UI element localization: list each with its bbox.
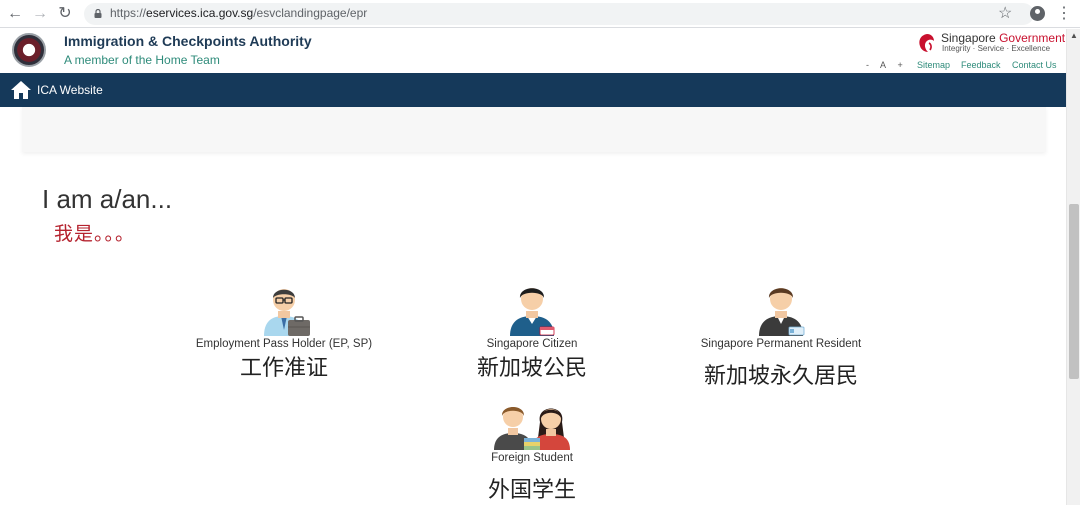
star-icon[interactable]: ☆ — [998, 4, 1012, 24]
org-tagline: A member of the Home Team — [64, 53, 220, 67]
arrow-right-icon[interactable]: → — [30, 4, 50, 24]
url-text: https://eservices.ica.gov.sg/esvclanding… — [110, 6, 367, 20]
ica-crest-logo[interactable] — [12, 33, 46, 67]
option-singapore-citizen[interactable]: Singapore Citizen 新加坡公民 — [470, 278, 594, 382]
option-caption: Foreign Student — [491, 452, 573, 464]
page-heading-chinese: 我是。。。 — [54, 224, 136, 245]
sg-government-name: Singapore Government — [941, 31, 1065, 45]
kebab-menu-icon[interactable]: ⋮ — [1056, 4, 1072, 24]
option-employment-pass-holder[interactable]: Employment Pass Holder (EP, SP) 工作准证 — [183, 278, 385, 382]
option-foreign-student[interactable]: Foreign Student 外国学生 — [476, 392, 588, 504]
font-decrease-button[interactable]: - — [866, 60, 869, 70]
font-increase-button[interactable]: + — [898, 60, 903, 70]
sitemap-link[interactable]: Sitemap — [917, 60, 950, 70]
permanent-resident-icon — [759, 288, 805, 336]
home-icon[interactable] — [10, 79, 32, 101]
contact-us-link[interactable]: Contact Us — [1012, 60, 1057, 70]
page-heading: I am a/an... — [42, 184, 173, 214]
foreign-student-icon — [494, 407, 570, 450]
sg-singapore: Singapore — [941, 31, 996, 45]
url-host: eservices.ica.gov.sg — [146, 6, 254, 20]
option-caption: Singapore Citizen — [486, 338, 578, 350]
employment-pass-holder-icon — [264, 289, 310, 336]
browser-toolbar: ← → ↻ https://eservices.ica.gov.sg/esvcl… — [0, 0, 1080, 28]
scroll-up-arrow-icon[interactable]: ▲ — [1067, 29, 1080, 43]
singapore-citizen-icon — [510, 288, 555, 336]
org-name[interactable]: Immigration & Checkpoints Authority — [64, 33, 312, 49]
feedback-link[interactable]: Feedback — [961, 60, 1001, 70]
option-caption-chinese: 外国学生 — [487, 477, 576, 502]
lock-icon — [94, 9, 102, 18]
reload-icon[interactable]: ↻ — [55, 4, 75, 24]
main-navbar: ICA Website — [0, 73, 1066, 107]
font-default-button[interactable]: A — [880, 60, 886, 70]
page: ← → ↻ https://eservices.ica.gov.sg/esvcl… — [0, 0, 1080, 505]
singapore-lion-icon — [919, 34, 934, 52]
site-header: Immigration & Checkpoints Authority A me… — [0, 29, 1066, 73]
banner-panel — [22, 107, 1046, 152]
scrollbar-thumb[interactable] — [1069, 204, 1079, 379]
page-scrollbar[interactable]: ▲ — [1066, 29, 1080, 505]
arrow-left-icon[interactable]: ← — [5, 4, 25, 24]
sg-government: Government — [999, 31, 1066, 45]
option-caption: Employment Pass Holder (EP, SP) — [195, 338, 373, 350]
account-icon[interactable] — [1030, 6, 1045, 21]
url-prefix: https:// — [110, 6, 147, 20]
option-permanent-resident[interactable]: Singapore Permanent Resident 新加坡永久居民 — [690, 278, 872, 390]
address-bar[interactable]: https://eservices.ica.gov.sg/esvclanding… — [84, 3, 1034, 25]
option-caption-chinese: 新加坡公民 — [476, 355, 587, 380]
option-caption: Singapore Permanent Resident — [700, 338, 862, 350]
ica-website-link[interactable]: ICA Website — [37, 83, 103, 97]
option-caption-chinese: 工作准证 — [239, 355, 328, 380]
url-path: /esvclandingpage/epr — [253, 6, 368, 20]
font-size-controls: - A + — [866, 60, 912, 70]
option-caption-chinese: 新加坡永久居民 — [703, 363, 858, 388]
sg-motto: Integrity · Service · Excellence — [942, 44, 1051, 53]
